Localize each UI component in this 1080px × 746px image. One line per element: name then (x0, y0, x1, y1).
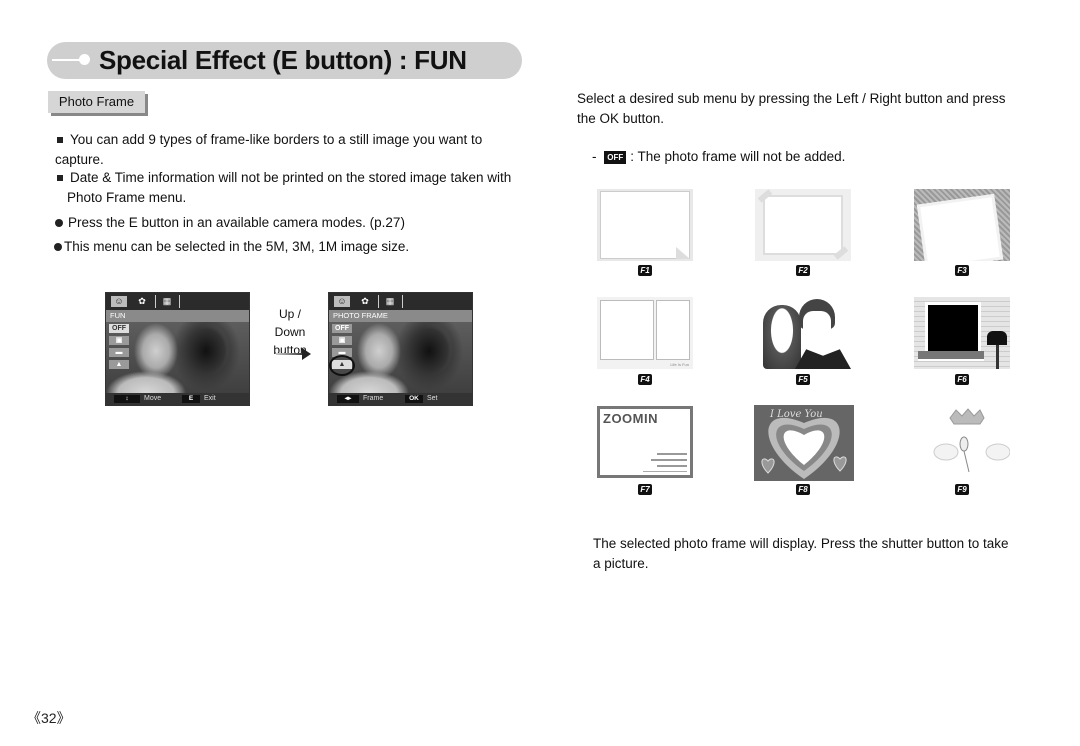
option-composite-icon: ▬ (109, 348, 129, 357)
palette-icon: ✿ (361, 296, 369, 306)
frame-label-f3: F3 (955, 265, 969, 276)
frame-label-f9: F9 (955, 484, 969, 495)
frame-label-f4: F4 (638, 374, 652, 385)
instruction-text: Select a desired sub menu by pressing th… (577, 91, 1006, 126)
footer-label-exit: Exit (204, 395, 216, 402)
menu-title: PHOTO FRAME (329, 310, 472, 322)
face-icon: ☺ (334, 296, 350, 307)
move-key-icon: ↕ (114, 395, 140, 403)
frame-label-f2: F2 (796, 265, 810, 276)
left-right-key-icon: ◂▸ (337, 395, 359, 403)
tab-separator (155, 295, 156, 308)
tab-separator (179, 295, 180, 308)
off-note: - OFF: The photo frame will not be added… (592, 147, 1012, 167)
palette-icon: ✿ (138, 296, 146, 306)
camera-screen-photo-frame-menu: ☺ ✿ ▦ PHOTO FRAME OFF ▣ ▬ ▲ ◂▸ Frame OK … (328, 292, 473, 406)
film-icon: ▦ (385, 296, 395, 306)
selection-circle (329, 355, 355, 376)
film-icon: ▦ (162, 296, 172, 306)
transition-label-line: Up / Down (274, 307, 306, 339)
arrow-right-icon (302, 348, 311, 360)
footer-label-frame: Frame (363, 395, 384, 402)
frame-thumbnail-f8: I Love You (754, 405, 854, 481)
off-badge-icon: OFF (604, 150, 627, 164)
ok-key-icon: OK (405, 395, 423, 403)
tab-separator (378, 295, 379, 308)
frame-label-f5: F5 (796, 374, 810, 385)
bullet-text: Date & Time information will not be prin… (67, 170, 512, 205)
frame-label-f6: F6 (955, 374, 969, 385)
frame-title-zoomin: ZOOMIN (603, 411, 658, 426)
frame-label-f1: F1 (638, 265, 652, 276)
footer-label-move: Move (144, 395, 162, 402)
option-off: OFF (109, 324, 129, 333)
bullet-text: Press the E button in an available camer… (68, 215, 405, 230)
section-tab-photo-frame: Photo Frame (48, 91, 145, 113)
frame-thumbnail-f1 (597, 189, 693, 261)
frame-thumbnail-f6 (914, 297, 1010, 369)
square-bullet-icon (57, 137, 63, 144)
off-note-dash: - (592, 149, 597, 164)
page-number: 《32》 (27, 710, 71, 726)
bullet-item: This menu can be selected in the 5M, 3M,… (53, 237, 523, 257)
frame-thumbnail-f9 (914, 406, 1010, 478)
dot-bullet-icon (54, 243, 62, 252)
option-highlight-icon: ▲ (109, 360, 129, 369)
frame-thumbnail-f3 (914, 189, 1010, 261)
angel-crown-wings-icon (933, 408, 1010, 473)
camera-screen-fun-menu: ☺ ✿ ▦ FUN OFF ▣ ▬ ▲ ↕ Move E Exit (105, 292, 250, 406)
frame-thumbnail-f5 (755, 297, 851, 369)
frame-text-i-love-you: I Love You (770, 409, 823, 420)
frame-thumbnail-f4: Life Is Fun (597, 297, 693, 369)
bullet-text: You can add 9 types of frame-like border… (55, 132, 483, 167)
frame-label-f8: F8 (796, 484, 810, 495)
option-frame-icon: ▣ (109, 336, 129, 345)
bullet-item: You can add 9 types of frame-like border… (55, 130, 525, 170)
closing-text: The selected photo frame will display. P… (593, 536, 1009, 571)
square-bullet-icon (57, 175, 63, 182)
screen-footer: ↕ Move E Exit (106, 393, 249, 405)
option-frame-icon: ▣ (332, 336, 352, 345)
page-title: Special Effect (E button) : FUN (99, 45, 467, 75)
e-key-icon: E (182, 395, 200, 403)
bullet-item: Press the E button in an available camer… (54, 213, 524, 233)
arrow-shaft (276, 353, 304, 355)
off-note-text: : The photo frame will not be added. (630, 149, 846, 164)
title-decoration-dot (79, 54, 90, 65)
frame-thumbnail-f2 (755, 189, 851, 261)
mode-tab-bar: ☺ ✿ ▦ (106, 293, 249, 310)
screen-footer: ◂▸ Frame OK Set (329, 393, 472, 405)
bullet-item: Date & Time information will not be prin… (55, 168, 537, 208)
bullet-text: This menu can be selected in the 5M, 3M,… (64, 239, 410, 254)
frame-caption: Life Is Fun (670, 362, 689, 367)
footer-label-set: Set (427, 395, 438, 402)
mode-tab-bar: ☺ ✿ ▦ (329, 293, 472, 310)
frame-thumbnail-f7: ZOOMIN (597, 406, 693, 478)
dot-bullet-icon (55, 219, 63, 228)
option-off: OFF (332, 324, 352, 333)
menu-title: FUN (106, 310, 249, 322)
frame-label-f7: F7 (638, 484, 652, 495)
title-decoration-line (52, 59, 82, 61)
tab-separator (402, 295, 403, 308)
face-icon: ☺ (111, 296, 127, 307)
